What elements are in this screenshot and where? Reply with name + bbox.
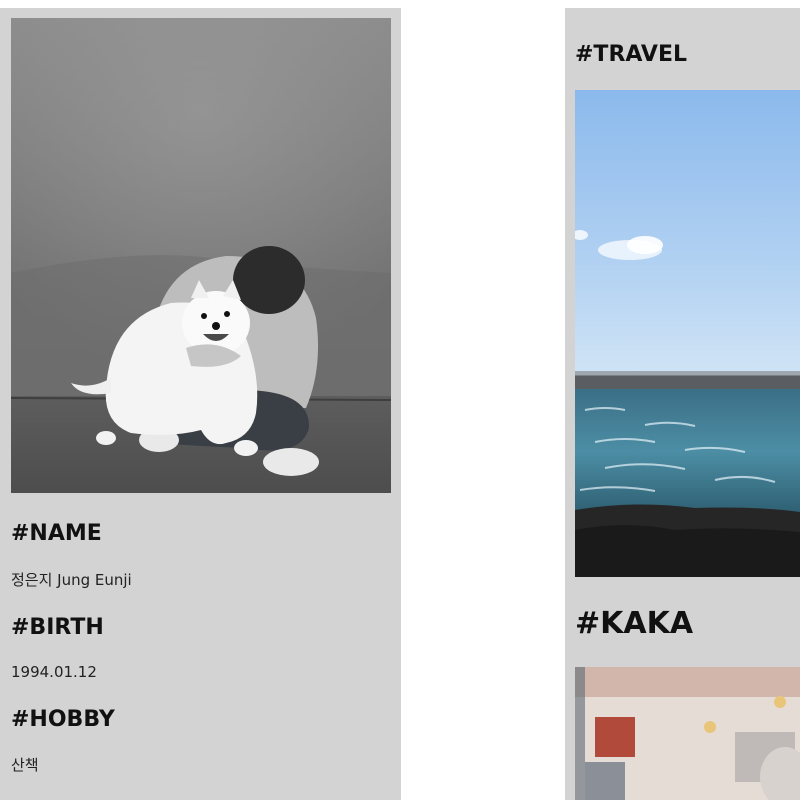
kaka-heading: #KAKA (575, 606, 694, 641)
kaka-photo (575, 667, 800, 800)
profile-photo (11, 18, 391, 493)
profile-page: #NAME 정은지 Jung Eunji #BIRTH 1994.01.12 #… (0, 0, 800, 800)
name-value: 정은지 Jung Eunji (11, 571, 132, 589)
travel-heading: #TRAVEL (575, 42, 687, 67)
gallery-card: #TRAVEL #KAKA (565, 8, 800, 800)
birth-value: 1994.01.12 (11, 663, 97, 681)
birth-heading: #BIRTH (11, 615, 104, 640)
hobby-value: 산책 (11, 756, 39, 774)
hobby-heading: #HOBBY (11, 707, 115, 732)
name-heading: #NAME (11, 521, 102, 546)
profile-card: #NAME 정은지 Jung Eunji #BIRTH 1994.01.12 #… (0, 8, 401, 800)
travel-photo (575, 90, 800, 577)
